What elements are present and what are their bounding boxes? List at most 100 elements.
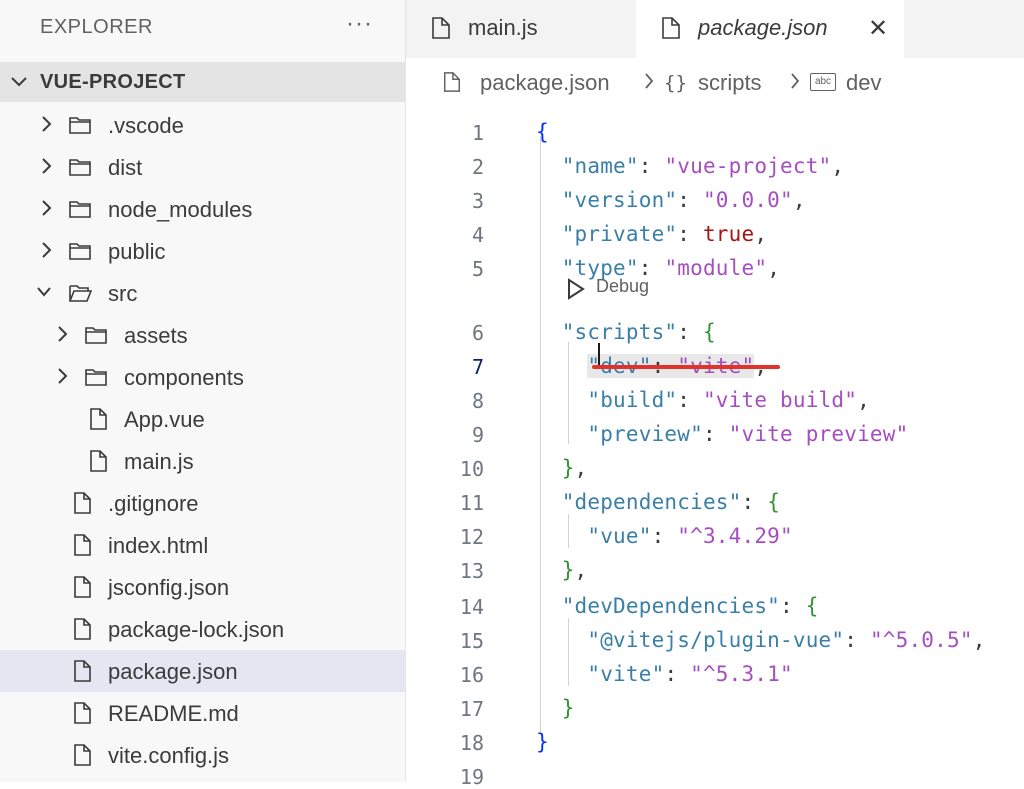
code-token: "vue-project" <box>664 154 832 178</box>
code-token: , <box>767 256 781 280</box>
chevron-right-icon <box>42 242 52 258</box>
tree-item-label: jsconfig.json <box>108 575 230 600</box>
code-token: "^5.0.5" <box>869 628 973 652</box>
line-number: 9 <box>471 423 484 447</box>
close-icon[interactable]: ✕ <box>868 14 888 43</box>
tree-item-label: components <box>124 365 244 390</box>
project-root-label: VUE-PROJECT <box>40 71 186 93</box>
tab-label: main.js <box>468 15 538 40</box>
code-token: : <box>677 388 703 412</box>
line-number: 17 <box>459 697 484 721</box>
code-token: "module" <box>664 256 768 280</box>
tree-item-label: index.html <box>108 533 209 558</box>
file-icon <box>662 17 680 39</box>
tab-main-js[interactable]: main.js <box>406 0 636 58</box>
tree-item-main-js[interactable]: main.js <box>0 440 405 482</box>
tree-item-vscode[interactable]: .vscode <box>0 104 405 146</box>
breadcrumb-file[interactable]: package.json <box>480 70 610 96</box>
code-token: , <box>574 456 588 480</box>
code-line: "version": "0.0.0", <box>536 188 806 212</box>
text-cursor <box>598 343 600 367</box>
line-number: 8 <box>471 389 484 413</box>
file-icon <box>444 72 460 92</box>
braces-icon: {} <box>664 72 687 94</box>
code-token: , <box>574 558 588 582</box>
line-number: 14 <box>459 595 484 619</box>
code-line: "devDependencies": { <box>536 594 819 618</box>
code-editor[interactable]: Debug 1 2 3 4 5 6 7 8 9 10 11 12 13 14 15 16 17 18 19 { "n… <box>406 106 1024 789</box>
code-token: , <box>857 388 870 412</box>
code-line: "@vitejs/plugin-vue": "^5.0.5", <box>536 628 986 652</box>
tree-item-assets[interactable]: assets <box>0 314 405 356</box>
line-number: 16 <box>459 663 484 687</box>
line-number: 15 <box>459 629 484 653</box>
tree-item-src[interactable]: src <box>0 272 405 314</box>
project-root-header[interactable]: VUE-PROJECT <box>0 62 405 102</box>
chevron-down-icon <box>11 77 27 87</box>
tree-item-label: public <box>108 239 166 264</box>
code-line: "type": "module", <box>536 256 780 280</box>
code-line: }, <box>536 558 587 582</box>
file-icon <box>432 17 450 39</box>
code-token: : <box>741 490 768 514</box>
code-token: : <box>677 222 703 246</box>
code-token: "type" <box>561 256 639 280</box>
code-line: "vite": "^5.3.1" <box>536 662 793 686</box>
code-line: "build": "vite build", <box>536 388 870 412</box>
tab-package-json[interactable]: package.json ✕ <box>636 0 904 58</box>
chevron-right-icon <box>791 73 800 89</box>
annotation-underline <box>592 365 780 369</box>
tree-item-jsconfig[interactable]: jsconfig.json <box>0 566 405 608</box>
tab-label: package.json <box>698 15 828 40</box>
tree-item-label: src <box>108 281 138 306</box>
code-line: { <box>536 120 549 144</box>
folder-open-icon <box>69 285 92 302</box>
tree-item-gitignore[interactable]: .gitignore <box>0 482 405 524</box>
tree-item-index-html[interactable]: index.html <box>0 524 405 566</box>
code-token: true <box>702 222 755 246</box>
code-token: "@vitejs/plugin-vue" <box>587 628 845 652</box>
string-value-icon: abc <box>810 73 836 91</box>
tree-item-label: App.vue <box>124 407 205 432</box>
tree-item-public[interactable]: public <box>0 230 405 272</box>
code-token: : <box>677 320 703 344</box>
code-token: : <box>702 422 729 446</box>
tree-item-readme[interactable]: README.md <box>0 692 405 734</box>
code-token: "build" <box>587 388 678 412</box>
code-token: : <box>638 256 665 280</box>
code-token: "vite preview" <box>728 422 909 446</box>
code-line: "scripts": { <box>536 320 716 344</box>
tree-item-package-json[interactable]: package.json <box>0 650 405 692</box>
tree-item-components[interactable]: components <box>0 356 405 398</box>
more-actions-button[interactable]: ··· <box>346 10 373 38</box>
editor-tabs: main.js package.json ✕ <box>406 0 1024 58</box>
code-line: } <box>536 730 549 754</box>
tree-item-node-modules[interactable]: node_modules <box>0 188 405 230</box>
breadcrumb-dev[interactable]: dev <box>846 70 881 96</box>
tree-item-label: .vscode <box>108 113 184 138</box>
breadcrumb: package.json {} scripts abc dev <box>406 58 1024 106</box>
folder-icon <box>69 201 91 218</box>
tree-item-app-vue[interactable]: App.vue <box>0 398 405 440</box>
tree-item-label: vite.config.js <box>108 743 230 768</box>
tree-item-package-lock[interactable]: package-lock.json <box>0 608 405 650</box>
line-number: 19 <box>459 765 484 789</box>
line-number: 1 <box>471 121 484 145</box>
folder-icon <box>85 369 107 386</box>
code-token: } <box>561 558 575 582</box>
chevron-right-icon <box>42 158 52 174</box>
tree-item-vite-config[interactable]: vite.config.js <box>0 734 405 776</box>
file-icon <box>90 408 107 430</box>
code-token: : <box>651 524 678 548</box>
code-token: "0.0.0" <box>702 188 793 212</box>
folder-icon <box>69 243 91 260</box>
tree-item-dist[interactable]: dist <box>0 146 405 188</box>
breadcrumb-scripts[interactable]: scripts <box>698 70 762 96</box>
